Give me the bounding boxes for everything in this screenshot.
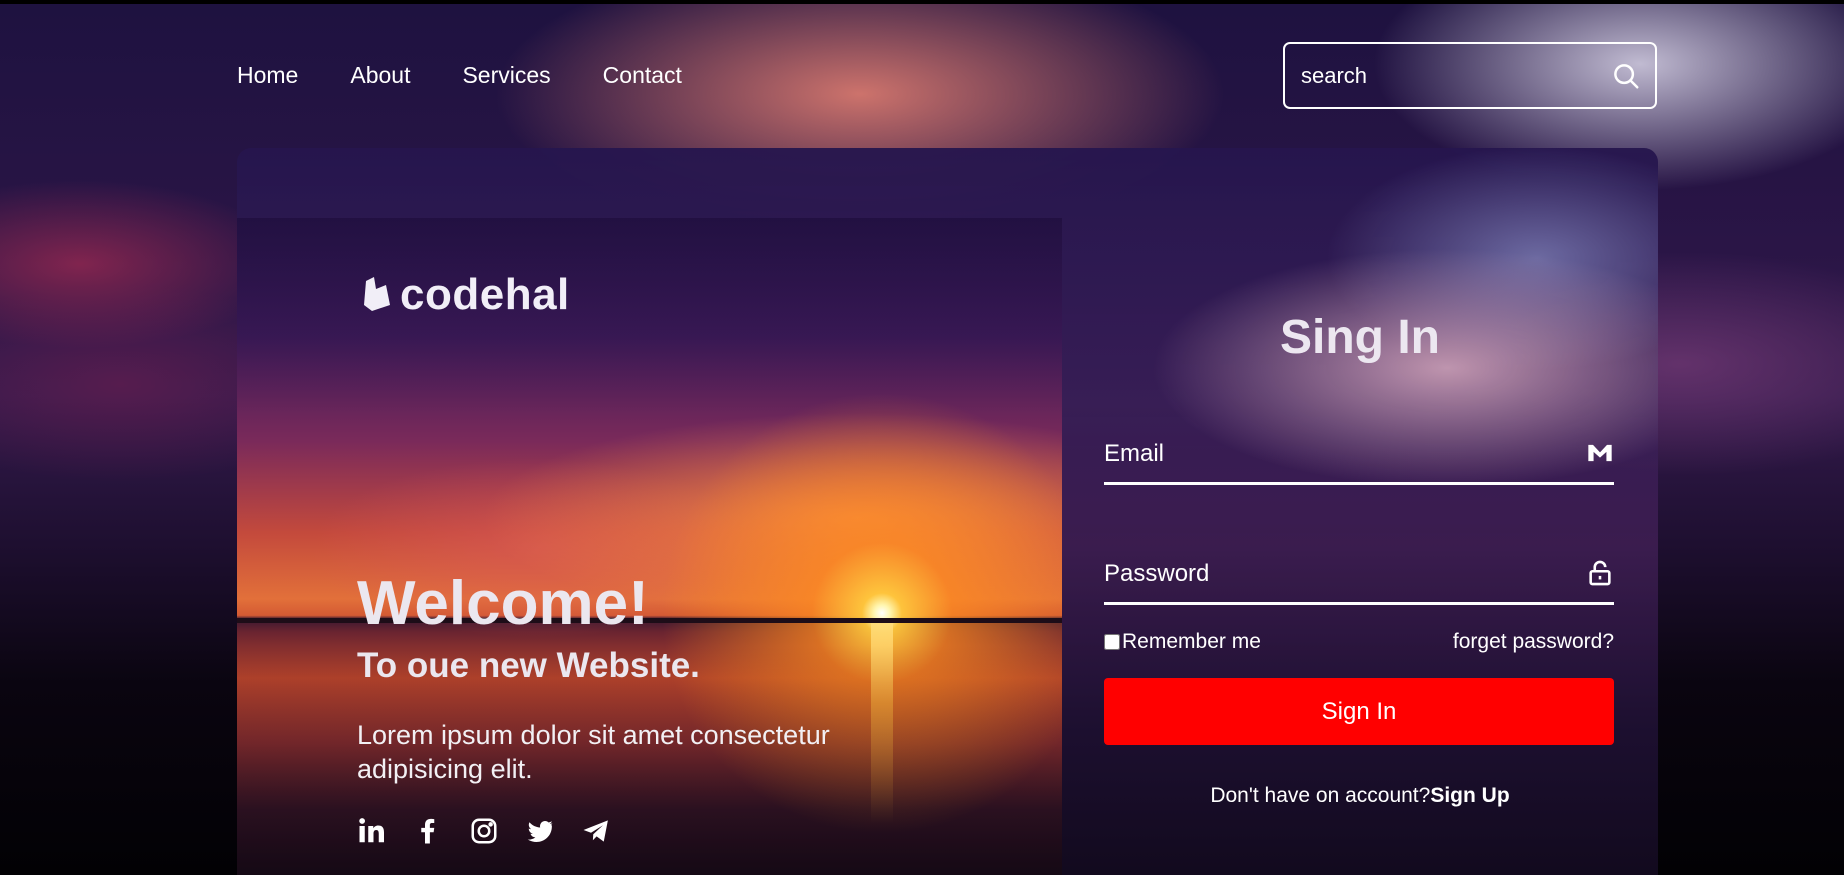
- nav-about-link[interactable]: About: [350, 60, 410, 90]
- signup-prompt: Don't have on account?Sign Up: [1062, 784, 1658, 808]
- remember-me-label: Remember me: [1122, 630, 1261, 653]
- email-input[interactable]: [1104, 439, 1564, 469]
- mail-icon: [1588, 444, 1612, 462]
- logo-icon: [364, 277, 390, 311]
- signup-link[interactable]: Sign Up: [1430, 784, 1509, 807]
- main-nav: Home About Services Contact: [237, 60, 682, 90]
- instagram-icon[interactable]: [469, 816, 499, 846]
- search-input[interactable]: [1301, 62, 1611, 89]
- welcome-description: Lorem ipsum dolor sit amet consectetur a…: [357, 720, 830, 784]
- login-card: codehal Welcome! To oue new Website. Lor…: [237, 148, 1658, 875]
- signup-prompt-text: Don't have on account?: [1210, 784, 1431, 807]
- signin-title: Sing In: [1280, 311, 1440, 364]
- remember-me-checkbox[interactable]: [1104, 634, 1120, 650]
- linkedin-icon[interactable]: [357, 816, 387, 846]
- password-field: [1104, 545, 1614, 605]
- email-field: [1104, 425, 1614, 485]
- nav-services-link[interactable]: Services: [462, 60, 550, 90]
- welcome-subtitle: To oue new Website.: [357, 646, 700, 685]
- nav-contact-link[interactable]: Contact: [603, 60, 682, 90]
- lock-icon: [1589, 560, 1611, 586]
- forgot-password-link[interactable]: forget password?: [1357, 630, 1614, 654]
- search-icon[interactable]: [1611, 61, 1641, 91]
- twitter-icon[interactable]: [525, 816, 555, 846]
- welcome-heading: Welcome!: [357, 569, 649, 638]
- remember-me: Remember me: [1104, 630, 1261, 654]
- telegram-icon[interactable]: [581, 816, 611, 846]
- signin-button[interactable]: Sign In: [1104, 678, 1614, 745]
- social-links: [357, 816, 611, 846]
- facebook-icon[interactable]: [413, 816, 443, 846]
- top-edge: [0, 0, 1844, 4]
- password-input[interactable]: [1104, 559, 1564, 589]
- brand-name: codehal: [400, 270, 570, 319]
- search-box: [1283, 42, 1657, 109]
- brand-logo: codehal: [362, 270, 570, 320]
- nav-home-link[interactable]: Home: [237, 60, 298, 90]
